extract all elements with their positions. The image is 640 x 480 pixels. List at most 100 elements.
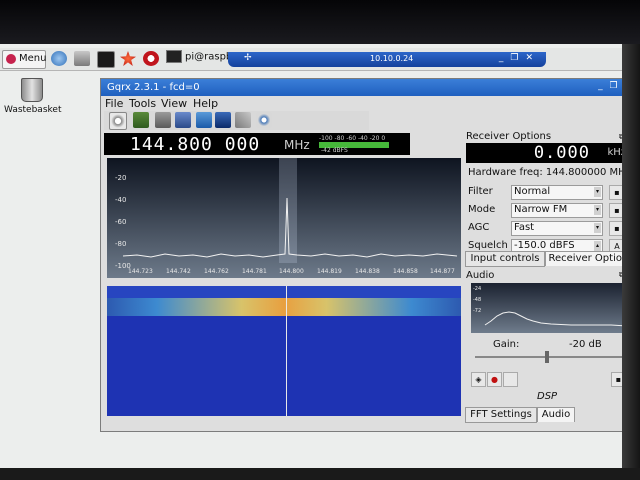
- freq-label: 144.781: [242, 268, 267, 275]
- filter-value: Normal: [514, 186, 551, 197]
- tab-input-controls[interactable]: Input controls: [465, 251, 545, 267]
- freq-label: 144.723: [128, 268, 153, 275]
- menu-button[interactable]: Menu: [2, 50, 46, 69]
- offset-display[interactable]: 0.000 kHz: [466, 143, 632, 163]
- signal-meter: -100 -80 -60 -40 -20 0 -42 dBFS: [316, 135, 410, 154]
- browser-icon[interactable]: [51, 51, 67, 66]
- trash-icon: [21, 78, 43, 102]
- terminal-taskbar-item[interactable]: pi@raspberr: [166, 50, 230, 67]
- agc-row: AGC Fast ▾ ▪: [468, 221, 626, 236]
- freq-label: 144.819: [317, 268, 342, 275]
- frequency-unit: MHz: [284, 138, 310, 152]
- stream-icon[interactable]: ◈: [471, 372, 486, 387]
- record-icon[interactable]: ●: [487, 372, 502, 387]
- freq-label: 144.800: [279, 268, 304, 275]
- meter-level: -42 dBFS: [321, 147, 348, 154]
- mode-value: Narrow FM: [514, 204, 568, 215]
- play-button[interactable]: [503, 372, 518, 387]
- receiver-options-panel: Receiver Options ⧉ ✕ 0.000 kHz Hardware …: [465, 131, 636, 271]
- frequency-display[interactable]: 144.800 000 MHz -100 -80 -60 -40 -20 0 -…: [104, 133, 410, 155]
- spectrum-plot[interactable]: -20 -40 -60 -80 -100 144.723 144.742 144…: [107, 158, 461, 278]
- freq-label: 144.838: [355, 268, 380, 275]
- filter-row: Filter Normal ▾ ▪: [468, 185, 626, 200]
- fullscreen-icon[interactable]: [256, 112, 272, 128]
- gqrx-window: Gqrx 2.3.1 - fcd=0 _ ❐ ✕ File Tools View…: [100, 78, 639, 432]
- toolbar: [104, 111, 369, 130]
- meter-scale: -100 -80 -60 -40 -20 0: [319, 135, 386, 142]
- mode-label: Mode: [468, 204, 496, 215]
- gain-label: Gain:: [493, 339, 520, 350]
- freq-label: 144.858: [393, 268, 418, 275]
- chevron-down-icon: ▾: [594, 205, 601, 215]
- agc-label: AGC: [468, 222, 490, 233]
- filter-select[interactable]: Normal ▾: [511, 185, 603, 200]
- monitor-bezel-right: [622, 44, 640, 480]
- freq-label: 144.877: [430, 268, 455, 275]
- menu-tools[interactable]: Tools: [129, 97, 156, 110]
- window-titlebar[interactable]: Gqrx 2.3.1 - fcd=0 _ ❐ ✕: [101, 79, 638, 96]
- audio-fft-trace: [484, 311, 628, 327]
- terminal-task-label: pi@raspberr: [185, 51, 230, 63]
- tuning-marker[interactable]: [286, 286, 287, 416]
- wastebasket-label: Wastebasket: [4, 105, 62, 115]
- terminal-icon[interactable]: [97, 51, 115, 68]
- vnc-toolbar[interactable]: ✢ 10.10.0.24 _❐✕: [228, 52, 546, 67]
- menu-help[interactable]: Help: [193, 97, 218, 110]
- menu-bar: File Tools View Help: [101, 96, 638, 110]
- dock-tabs-top: Input controls Receiver Options: [465, 251, 637, 267]
- audio-panel: Audio ⧉ ✕ -24 -48 -72 Gain: -20 dB ◈ ● ▪…: [465, 269, 636, 409]
- agc-value: Fast: [514, 222, 535, 233]
- filter-label: Filter: [468, 186, 493, 197]
- gain-slider-track: [475, 356, 625, 358]
- pin-icon[interactable]: ✢: [244, 53, 252, 63]
- raspberry-icon: [6, 54, 16, 64]
- spin-icon: ▴: [594, 241, 601, 251]
- squelch-value: -150.0 dBFS: [514, 240, 575, 251]
- spectrum-trace: [122, 197, 458, 258]
- terminal-task-icon: [166, 50, 182, 63]
- audio-title: Audio: [466, 270, 495, 281]
- agc-select[interactable]: Fast ▾: [511, 221, 603, 236]
- monitor-bezel-top: [0, 0, 640, 44]
- waterfall-signal-band: [107, 298, 461, 316]
- save-icon[interactable]: [175, 112, 191, 128]
- gain-value: -20 dB: [569, 339, 602, 350]
- audio-fft-plot: -24 -48 -72: [471, 283, 629, 333]
- menu-file[interactable]: File: [105, 97, 123, 110]
- dock-tabs-bottom: FFT Settings Audio: [465, 407, 636, 423]
- offset-value[interactable]: 0.000: [534, 143, 590, 163]
- chevron-down-icon: ▾: [594, 187, 601, 197]
- receiver-options-title: Receiver Options: [466, 131, 552, 142]
- tab-audio[interactable]: Audio: [537, 407, 575, 422]
- squelch-label: Squelch: [468, 240, 508, 251]
- window-controls-icon[interactable]: _❐✕: [499, 53, 540, 63]
- freq-label: 144.742: [166, 268, 191, 275]
- open-icon[interactable]: [155, 112, 171, 128]
- wolfram-icon[interactable]: [143, 51, 159, 66]
- menu-view[interactable]: View: [161, 97, 187, 110]
- hardware-freq: Hardware freq: 144.800000 MHz: [468, 167, 631, 178]
- chevron-down-icon: ▾: [594, 223, 601, 233]
- mode-select[interactable]: Narrow FM ▾: [511, 203, 603, 218]
- tab-fft-settings[interactable]: FFT Settings: [465, 407, 537, 423]
- frequency-value[interactable]: 144.800 000: [130, 134, 260, 155]
- wastebasket-desktop-icon[interactable]: Wastebasket: [4, 76, 62, 115]
- gain-slider[interactable]: [475, 351, 625, 363]
- mode-row: Mode Narrow FM ▾ ▪: [468, 203, 626, 218]
- gain-slider-thumb[interactable]: [545, 351, 549, 363]
- display-icon[interactable]: [196, 112, 212, 128]
- waterfall-top: [107, 286, 461, 298]
- power-icon[interactable]: [109, 112, 127, 130]
- vnc-ip-label: 10.10.0.24: [370, 54, 414, 63]
- tools-icon[interactable]: [235, 112, 251, 128]
- math-app-icon[interactable]: [120, 51, 136, 66]
- menu-button-label: Menu: [19, 53, 47, 64]
- waterfall-display[interactable]: [107, 286, 461, 416]
- freq-label: 144.762: [204, 268, 229, 275]
- dsp-label: DSP: [537, 391, 558, 402]
- monitor-bezel-bottom: [0, 468, 640, 480]
- window-title: Gqrx 2.3.1 - fcd=0: [107, 82, 200, 93]
- hardware-icon[interactable]: [133, 112, 149, 128]
- file-manager-icon[interactable]: [74, 51, 90, 66]
- settings-icon[interactable]: [215, 112, 231, 128]
